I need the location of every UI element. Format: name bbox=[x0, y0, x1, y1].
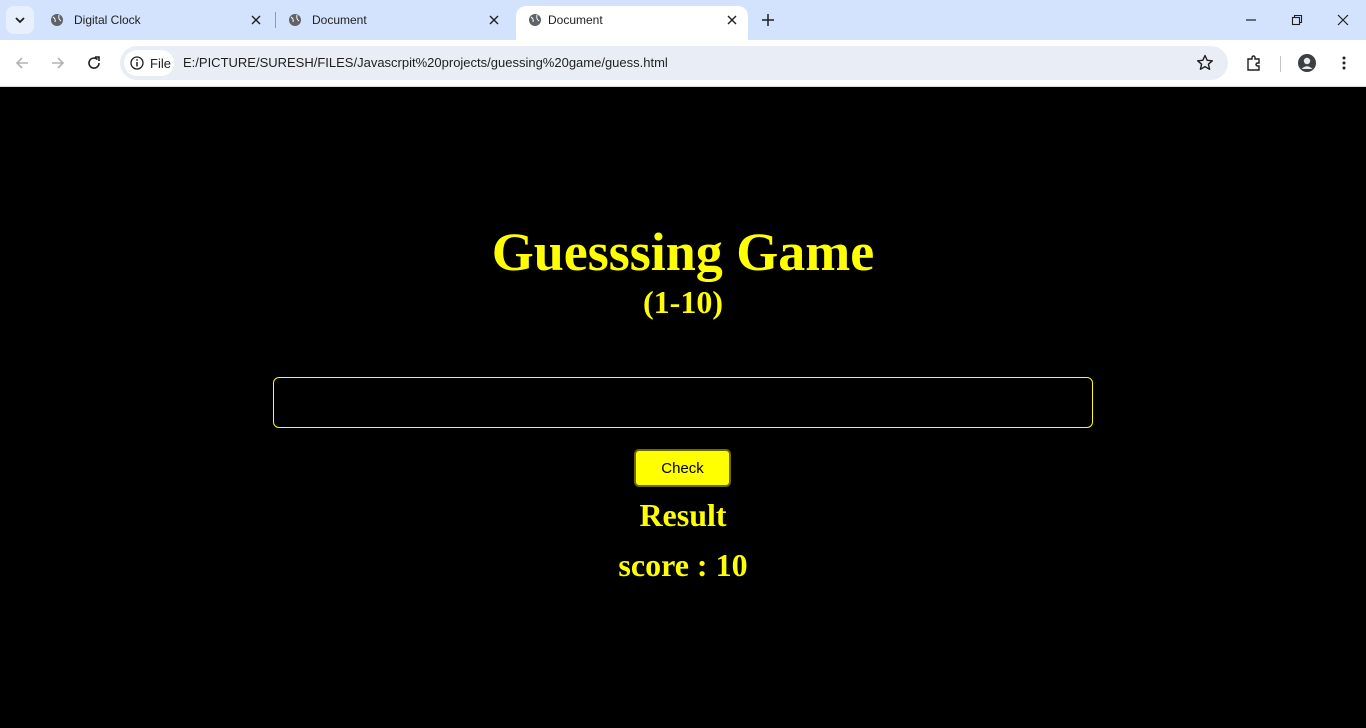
globe-icon bbox=[51, 14, 63, 26]
globe-icon bbox=[289, 14, 301, 26]
minimize-button[interactable] bbox=[1239, 8, 1263, 32]
arrow-right-icon bbox=[52, 57, 65, 69]
close-tab-icon[interactable] bbox=[724, 12, 740, 28]
extensions-button[interactable] bbox=[1242, 51, 1266, 75]
browser-toolbar: File E:/PICTURE/SURESH/FILES/Javascrpit%… bbox=[0, 40, 1366, 87]
url-text[interactable]: E:/PICTURE/SURESH/FILES/Javascrpit%20pro… bbox=[183, 55, 668, 71]
reload-button[interactable] bbox=[82, 51, 106, 75]
close-tab-icon[interactable] bbox=[248, 12, 264, 28]
arrow-left-icon bbox=[15, 57, 28, 69]
more-vertical-icon bbox=[1342, 56, 1346, 70]
chevron-down-icon bbox=[15, 17, 25, 24]
tab-document-active[interactable]: Document bbox=[516, 6, 748, 40]
reload-icon bbox=[88, 56, 100, 69]
tab-title: Digital Clock bbox=[74, 13, 141, 27]
info-icon bbox=[130, 56, 144, 70]
new-tab-button[interactable] bbox=[758, 10, 778, 30]
page-content: Guesssing Game (1-10) Check Result score… bbox=[0, 88, 1366, 728]
site-info-chip[interactable]: File bbox=[124, 50, 174, 76]
puzzle-icon bbox=[1247, 55, 1260, 71]
forward-button[interactable] bbox=[46, 51, 70, 75]
toolbar-divider bbox=[1280, 56, 1281, 72]
tab-title: Document bbox=[548, 13, 603, 27]
globe-icon bbox=[529, 14, 541, 26]
score-text: score : 10 bbox=[618, 547, 748, 583]
site-info-label: File bbox=[150, 55, 171, 71]
address-bar[interactable]: File E:/PICTURE/SURESH/FILES/Javascrpit%… bbox=[120, 46, 1228, 80]
tab-title: Document bbox=[312, 13, 367, 27]
result-text: Result bbox=[639, 497, 727, 533]
tab-digital-clock[interactable]: Digital Clock bbox=[38, 0, 274, 40]
close-tab-icon[interactable] bbox=[486, 12, 502, 28]
restore-button[interactable] bbox=[1285, 8, 1309, 32]
back-button[interactable] bbox=[10, 51, 34, 75]
restore-icon bbox=[1291, 14, 1303, 26]
minimize-icon bbox=[1246, 19, 1256, 21]
plus-icon bbox=[762, 14, 774, 26]
tab-document[interactable]: Document bbox=[276, 0, 512, 40]
range-label: (1-10) bbox=[643, 284, 723, 320]
game-title: Guesssing Game bbox=[491, 222, 875, 282]
tab-search-button[interactable] bbox=[6, 6, 34, 34]
check-button[interactable]: Check bbox=[634, 449, 731, 487]
guess-input[interactable] bbox=[273, 377, 1093, 428]
menu-button[interactable] bbox=[1332, 51, 1356, 75]
bookmark-star-icon[interactable] bbox=[1196, 54, 1214, 72]
avatar-icon bbox=[1298, 54, 1316, 72]
tab-strip: Digital Clock Document Document bbox=[0, 0, 1366, 40]
close-window-button[interactable] bbox=[1331, 8, 1355, 32]
close-icon bbox=[1337, 14, 1349, 26]
profile-button[interactable] bbox=[1295, 51, 1319, 75]
